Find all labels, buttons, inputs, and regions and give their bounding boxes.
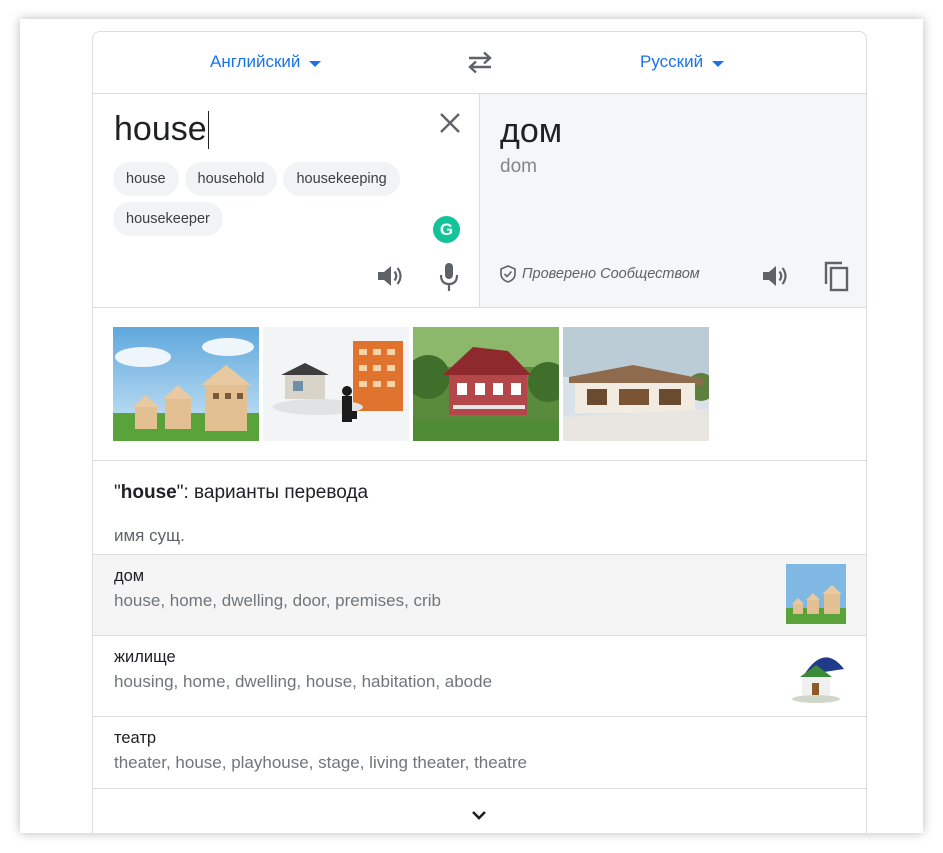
suggestion-chip[interactable]: housekeeping [283, 162, 400, 196]
entry-synonyms: theater, house, playhouse, stage, living… [114, 753, 528, 772]
target-language-select[interactable]: Русский [640, 52, 725, 72]
chevron-down-icon [472, 811, 486, 820]
entry-synonyms: housing, home, dwelling, house, habitati… [114, 672, 493, 691]
entry-image [786, 564, 846, 624]
heading-rest: : варианты перевода [183, 482, 369, 503]
source-language-select[interactable]: Английский [210, 52, 322, 72]
grammarly-icon[interactable]: G [433, 216, 460, 243]
house-image-thumbnail[interactable] [113, 327, 259, 441]
verified-badge: Проверено Сообществом [500, 265, 700, 283]
dropdown-caret-icon [712, 60, 725, 67]
source-pane: house house household housekeeping house… [93, 94, 480, 307]
part-of-speech: имя сущ. [114, 526, 185, 545]
copy-icon [824, 261, 849, 292]
suggestion-chip[interactable]: house [113, 162, 179, 196]
show-more-button[interactable] [93, 788, 866, 833]
listen-translation-button[interactable] [760, 262, 790, 290]
swap-icon [468, 51, 492, 74]
copy-translation-button[interactable] [822, 260, 850, 292]
entry-word: театр [114, 729, 157, 747]
shield-check-icon [500, 265, 516, 283]
translations-heading: "house": варианты перевода [114, 482, 369, 503]
entry-image [786, 645, 846, 705]
text-cursor [207, 110, 209, 149]
app-window: Английский Русский house house household… [20, 19, 923, 833]
verified-label: Проверено Сообществом [522, 266, 700, 282]
suggestion-chip[interactable]: household [184, 162, 278, 196]
source-input[interactable]: house [114, 110, 209, 149]
language-bar: Английский Русский [93, 32, 866, 94]
transliteration: dom [500, 156, 537, 177]
image-results [93, 307, 866, 461]
clear-input-button[interactable] [437, 110, 463, 136]
target-pane: дом dom Проверено Сообществом [480, 94, 866, 307]
listen-source-button[interactable] [375, 262, 405, 290]
close-icon [440, 113, 460, 133]
entry-word: жилище [114, 648, 176, 666]
microphone-button[interactable] [438, 262, 460, 292]
entry-synonyms: house, home, dwelling, door, premises, c… [114, 591, 441, 610]
suggestion-chips: house household housekeeping housekeeper [113, 162, 433, 242]
dropdown-caret-icon [309, 60, 322, 67]
source-language-label: Английский [210, 52, 301, 71]
translation-entry[interactable]: дом house, home, dwelling, door, premise… [93, 554, 866, 635]
target-language-label: Русский [640, 52, 704, 71]
translation-text: дом [500, 112, 563, 150]
entry-word: дом [114, 567, 145, 585]
swap-languages-button[interactable] [465, 49, 495, 75]
translation-entry[interactable]: театр theater, house, playhouse, stage, … [93, 716, 866, 797]
translate-card: Английский Русский house house household… [92, 31, 867, 833]
translation-entry[interactable]: жилище housing, home, dwelling, house, h… [93, 635, 866, 716]
source-text: house [114, 110, 207, 148]
microphone-icon [439, 263, 459, 291]
suggestion-chip[interactable]: housekeeper [113, 202, 223, 236]
speaker-icon [378, 266, 402, 286]
speaker-icon [763, 266, 787, 286]
house-image-thumbnail[interactable] [413, 327, 559, 441]
house-image-thumbnail[interactable] [563, 327, 709, 441]
house-image-thumbnail[interactable] [263, 327, 409, 441]
heading-word: house [120, 482, 177, 503]
